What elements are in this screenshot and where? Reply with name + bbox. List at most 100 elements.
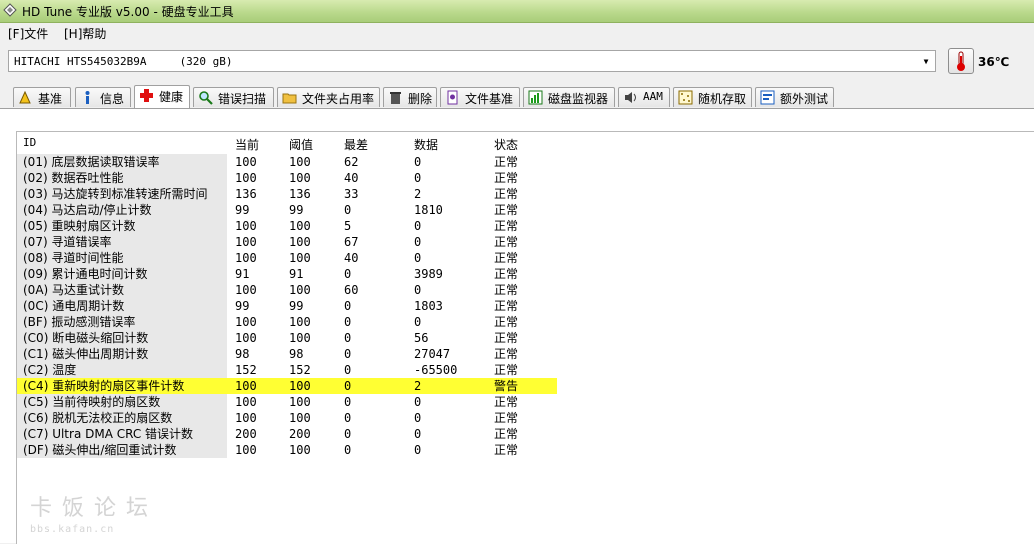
smart-attributes-list[interactable]: ID 当前 阈值 最差 数据 状态 (01) 底层数据读取错误率 100 100 62… [16, 131, 1034, 544]
tab-folder-usage[interactable]: 文件夹占用率 [277, 87, 380, 107]
cell-current: 100 [235, 331, 257, 345]
cell-current: 99 [235, 203, 250, 217]
menu-help[interactable]: [H]帮助 [64, 25, 106, 42]
cell-data: -65500 [414, 363, 458, 377]
tab-health[interactable]: 健康 [134, 85, 190, 108]
col-header-data[interactable]: 数据 [414, 136, 438, 153]
cell-worst: 0 [344, 299, 352, 313]
cell-current: 152 [235, 363, 257, 377]
tab-benchmark[interactable]: 基准 [13, 87, 71, 107]
cell-worst: 60 [344, 283, 359, 297]
table-row[interactable]: (C4) 重新映射的扇区事件计数 100 100 0 2 警告 [17, 378, 557, 394]
list-header: ID 当前 阈值 最差 数据 状态 [17, 132, 1034, 154]
cell-threshold: 98 [289, 347, 304, 361]
table-row[interactable]: (C6) 脱机无法校正的扇区数 100 100 0 0 正常 [17, 410, 557, 426]
table-row[interactable]: (0A) 马达重试计数 100 100 60 0 正常 [17, 282, 557, 298]
cell-id: (02) 数据吞吐性能 [23, 171, 124, 185]
cell-threshold: 152 [289, 363, 311, 377]
tab-file-benchmark[interactable]: 文件基准 [440, 87, 520, 107]
cell-worst: 0 [344, 267, 352, 281]
cell-threshold: 100 [289, 379, 311, 393]
cell-worst: 0 [344, 203, 352, 217]
tab-info[interactable]: 信息 [75, 87, 131, 107]
cell-data: 0 [414, 155, 422, 169]
table-row[interactable]: (C7) Ultra DMA CRC 错误计数 200 200 0 0 正常 [17, 426, 557, 442]
table-row[interactable]: (C2) 温度 152 152 0 -65500 正常 [17, 362, 557, 378]
cell-data: 1810 [414, 203, 443, 217]
table-row[interactable]: (DF) 磁头伸出/缩回重试计数 100 100 0 0 正常 [17, 442, 557, 458]
cell-threshold: 100 [289, 395, 311, 409]
temperature-button[interactable] [948, 48, 974, 74]
cell-threshold: 100 [289, 283, 311, 297]
table-row[interactable]: (C1) 磁头伸出周期计数 98 98 0 27047 正常 [17, 346, 557, 362]
cell-id: (09) 累计通电时间计数 [23, 267, 148, 281]
table-row[interactable]: (01) 底层数据读取错误率 100 100 62 0 正常 [17, 154, 557, 170]
thermometer-icon [957, 51, 965, 71]
cell-data: 0 [414, 219, 422, 233]
cell-threshold: 91 [289, 267, 304, 281]
table-row[interactable]: (BF) 振动感测错误率 100 100 0 0 正常 [17, 314, 557, 330]
col-header-worst[interactable]: 最差 [344, 136, 368, 153]
cell-current: 100 [235, 315, 257, 329]
cell-threshold: 100 [289, 443, 311, 457]
cell-status: 正常 [494, 395, 519, 409]
watermark: 卡饭论坛 bbs.kafan.cn [30, 490, 158, 535]
menu-file[interactable]: [F]文件 [8, 25, 48, 42]
tab-aam[interactable]: AAM [618, 87, 670, 107]
cell-status: 正常 [494, 267, 519, 281]
cell-current: 100 [235, 155, 257, 169]
cell-status: 正常 [494, 299, 519, 313]
chevron-down-icon[interactable]: ▼ [918, 52, 934, 70]
cell-worst: 0 [344, 363, 352, 377]
cell-worst: 0 [344, 347, 352, 361]
col-header-id[interactable]: ID [23, 136, 36, 149]
col-header-current[interactable]: 当前 [235, 136, 259, 153]
table-row[interactable]: (0C) 通电周期计数 99 99 0 1803 正常 [17, 298, 557, 314]
cell-current: 200 [235, 427, 257, 441]
table-row[interactable]: (07) 寻道错误率 100 100 67 0 正常 [17, 234, 557, 250]
cell-threshold: 100 [289, 251, 311, 265]
table-row[interactable]: (08) 寻道时间性能 100 100 40 0 正常 [17, 250, 557, 266]
menu-bar: [F]文件 [H]帮助 [0, 23, 1034, 41]
cell-worst: 0 [344, 315, 352, 329]
cell-data: 0 [414, 395, 422, 409]
table-row[interactable]: (09) 累计通电时间计数 91 91 0 3989 正常 [17, 266, 557, 282]
cell-worst: 40 [344, 251, 359, 265]
table-row[interactable]: (05) 重映射扇区计数 100 100 5 0 正常 [17, 218, 557, 234]
col-header-status[interactable]: 状态 [494, 136, 518, 153]
tab-erase[interactable]: 删除 [383, 87, 437, 107]
cell-status: 正常 [494, 283, 519, 297]
table-row[interactable]: (03) 马达旋转到标准转速所需时间 136 136 33 2 正常 [17, 186, 557, 202]
tab-disk-monitor[interactable]: 磁盘监视器 [523, 87, 615, 107]
cell-data: 0 [414, 443, 422, 457]
cell-id: (DF) 磁头伸出/缩回重试计数 [23, 443, 177, 457]
cell-worst: 62 [344, 155, 359, 169]
cell-worst: 0 [344, 411, 352, 425]
cell-threshold: 100 [289, 315, 311, 329]
cell-id: (0A) 马达重试计数 [23, 283, 125, 297]
cell-data: 0 [414, 235, 422, 249]
tab-bar: 基准 信息 健康 错误扫描 文件夹占用率 删除 文件基准 磁盘监视器 AAM 随… [0, 85, 1034, 108]
cell-threshold: 99 [289, 299, 304, 313]
cell-data: 0 [414, 251, 422, 265]
cell-worst: 33 [344, 187, 359, 201]
drive-select[interactable]: HITACHI HTS545032B9A (320 gB) ▼ [8, 50, 936, 72]
cell-id: (C5) 当前待映射的扇区数 [23, 395, 161, 409]
cell-current: 100 [235, 283, 257, 297]
tab-extra-tests[interactable]: 额外测试 [755, 87, 834, 107]
watermark-url: bbs.kafan.cn [30, 524, 115, 535]
cell-current: 100 [235, 235, 257, 249]
table-row[interactable]: (02) 数据吞吐性能 100 100 40 0 正常 [17, 170, 557, 186]
cell-data: 2 [414, 379, 422, 393]
cell-threshold: 200 [289, 427, 311, 441]
tab-error-scan[interactable]: 错误扫描 [193, 87, 274, 107]
cell-worst: 67 [344, 235, 359, 249]
cell-current: 100 [235, 395, 257, 409]
table-row[interactable]: (C0) 断电磁头缩回计数 100 100 0 56 正常 [17, 330, 557, 346]
cell-data: 0 [414, 427, 422, 441]
watermark-title: 卡饭论坛 [30, 496, 159, 521]
col-header-threshold[interactable]: 阈值 [289, 136, 313, 153]
tab-random-access[interactable]: 随机存取 [673, 87, 752, 107]
table-row[interactable]: (04) 马达启动/停止计数 99 99 0 1810 正常 [17, 202, 557, 218]
table-row[interactable]: (C5) 当前待映射的扇区数 100 100 0 0 正常 [17, 394, 557, 410]
